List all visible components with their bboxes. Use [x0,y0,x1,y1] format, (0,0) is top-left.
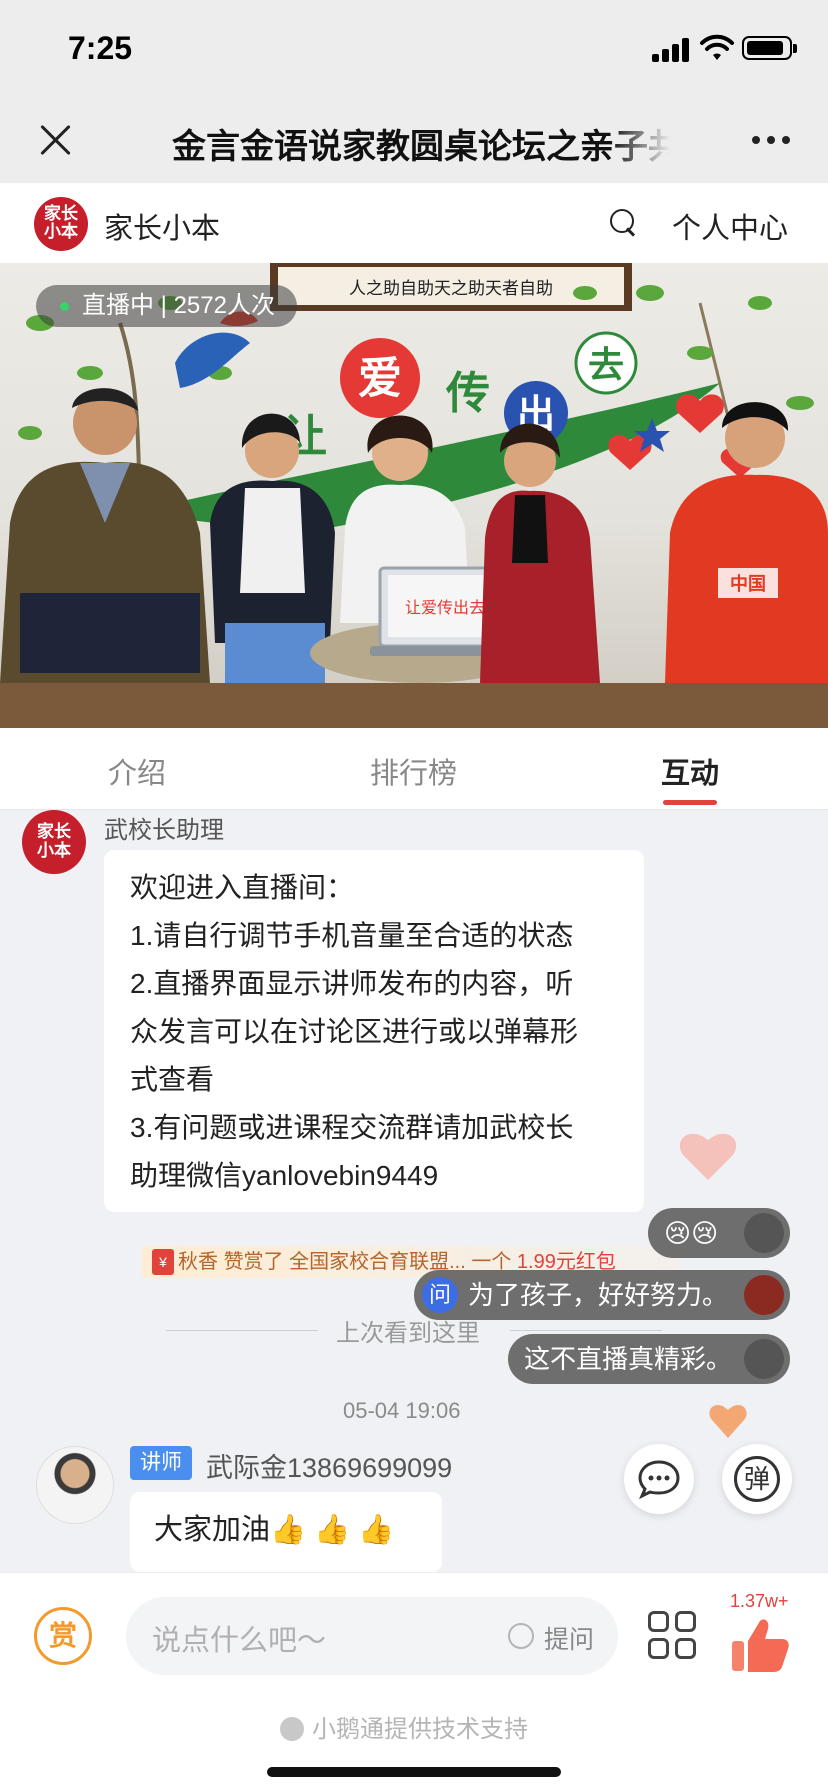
assistant-sender-name: 武校长助理 [104,817,224,844]
personal-center-link[interactable]: 个人中心 [672,205,788,247]
assistant-line-3: 2.直播界面显示讲师发布的内容，听 [130,968,574,999]
status-bar: 7:25 [0,0,828,95]
comment-input[interactable]: 说点什么吧～ 提问 [126,1597,618,1675]
grid-menu-icon[interactable] [648,1611,698,1661]
lecturer-message-bubble[interactable]: 大家加油👍 👍 👍 [130,1492,442,1572]
wifi-icon [700,34,734,60]
lecturer-sender-name: 武际金13869699099 [206,1453,453,1483]
danmaku-emoji-text: 😢😢 [664,1218,719,1248]
assistant-line-2: 1.请自行调节手机音量至合适的状态 [130,920,574,951]
search-icon[interactable] [610,209,638,237]
tab-ranking[interactable]: 排行榜 [370,750,457,792]
hoodie-logo-text: 中国 [730,573,766,594]
gift-action: 赞赏了 [223,1251,284,1273]
assistant-line-1: 欢迎进入直播间： [130,872,355,903]
chat-area[interactable]: 家长 小本 武校长助理 欢迎进入直播间： 1.请自行调节手机音量至合适的状态 2.… [0,810,828,1572]
home-indicator [267,1767,561,1777]
ask-question-radio[interactable] [508,1623,534,1649]
danmaku-avatar [744,1339,784,1379]
danmaku-question: 问为了孩子，好好努力。 [414,1270,790,1320]
page-title: 金言金语说家教圆桌论坛之亲子共成长 [172,128,670,163]
red-packet-icon: ¥ [152,1249,174,1275]
lecturer-badge: 讲师 [130,1446,192,1480]
floating-heart-icon [679,1133,737,1180]
live-dot-icon [60,302,69,311]
status-time: 7:25 [68,30,133,66]
ask-question-label[interactable]: 提问 [544,1620,594,1656]
support-logo-icon [280,1716,304,1741]
brand-logo-text: 家长小本 [44,204,78,241]
danmaku-emoji: 😢😢 [648,1208,790,1258]
calligraphy-text: 人之助自助天之助天者自助 [349,279,553,299]
banner-char-qu: 去 [588,344,624,385]
brand-name[interactable]: 家长小本 [104,205,220,247]
battery-icon [742,36,797,60]
tab-interact[interactable]: 互动 [661,750,719,792]
danmaku-comment-text: 这不直播真精彩。 [524,1344,733,1374]
more-icon[interactable] [752,136,792,146]
live-status-text: 直播中 | 2572人次 [82,292,275,319]
divider-left [166,1330,318,1331]
divider-right [510,1330,662,1331]
assistant-line-5: 式查看 [130,1064,215,1095]
danmaku-toggle-button[interactable]: 弹 [722,1444,792,1514]
signal-icon [652,38,692,62]
gift-user: 秋香 [178,1251,218,1273]
tech-support-note: 小鹅通提供技术支持 [280,1709,528,1744]
reward-button[interactable]: 赏 [34,1607,92,1665]
live-video[interactable]: 人之助自助天之助天者自助 爱 让 传 出 去 让爱传出去 中国 直播中 | 25… [0,263,828,728]
assistant-line-7: 助理微信yanlovebin9449 [130,1160,439,1191]
chat-bubble-icon [638,1460,680,1500]
assistant-message-bubble[interactable]: 欢迎进入直播间： 1.请自行调节手机音量至合适的状态 2.直播界面显示讲师发布的… [104,850,644,1212]
brand-logo[interactable]: 家长小本 [34,197,88,251]
assistant-avatar[interactable]: 家长 小本 [22,810,86,874]
brand-bar: 家长小本 家长小本 个人中心 [0,183,828,263]
question-tag: 问 [422,1277,458,1313]
chat-bubble-button[interactable] [624,1444,694,1514]
title-bar: 金言金语说家教圆桌论坛之亲子共成长 [0,95,828,183]
assistant-line-6: 3.有问题或进课程交流群请加武校长 [130,1112,574,1143]
danmaku-toggle-label: 弹 [734,1456,780,1502]
comment-input-placeholder: 说点什么吧～ [152,1625,327,1657]
danmaku-avatar [744,1275,784,1315]
video-scene: 人之助自助天之助天者自助 爱 让 传 出 去 让爱传出去 中国 [0,263,828,728]
lecturer-message-text: 大家加油👍 👍 👍 [154,1514,395,1546]
live-status-badge: 直播中 | 2572人次 [36,285,297,327]
message-timestamp: 05-04 19:06 [343,1398,461,1423]
bottom-bar: 赏 说点什么吧～ 提问 1.37w+ 小鹅通提供技术支持 [0,1572,828,1792]
tab-bar: 介绍 排行榜 互动 [0,728,828,810]
active-tab-indicator [663,800,717,805]
close-icon[interactable] [38,123,72,157]
banner-char-ai: 爱 [358,354,402,403]
danmaku-question-text: 为了孩子，好好努力。 [468,1280,729,1310]
laptop-screen-text: 让爱传出去 [405,599,485,617]
floating-heart-icon [709,1404,747,1438]
danmaku-avatar [744,1213,784,1253]
banner-char-chuan: 传 [445,369,490,418]
like-count: 1.37w+ [730,1591,789,1611]
tab-intro[interactable]: 介绍 [108,750,166,792]
lecturer-avatar[interactable] [36,1446,114,1524]
tech-support-text: 小鹅通提供技术支持 [312,1716,528,1743]
thumbs-up-icon[interactable] [730,1617,790,1673]
assistant-line-4: 众发言可以在讨论区进行或以弹幕形 [130,1016,579,1047]
danmaku-comment: 这不直播真精彩。 [508,1334,790,1384]
